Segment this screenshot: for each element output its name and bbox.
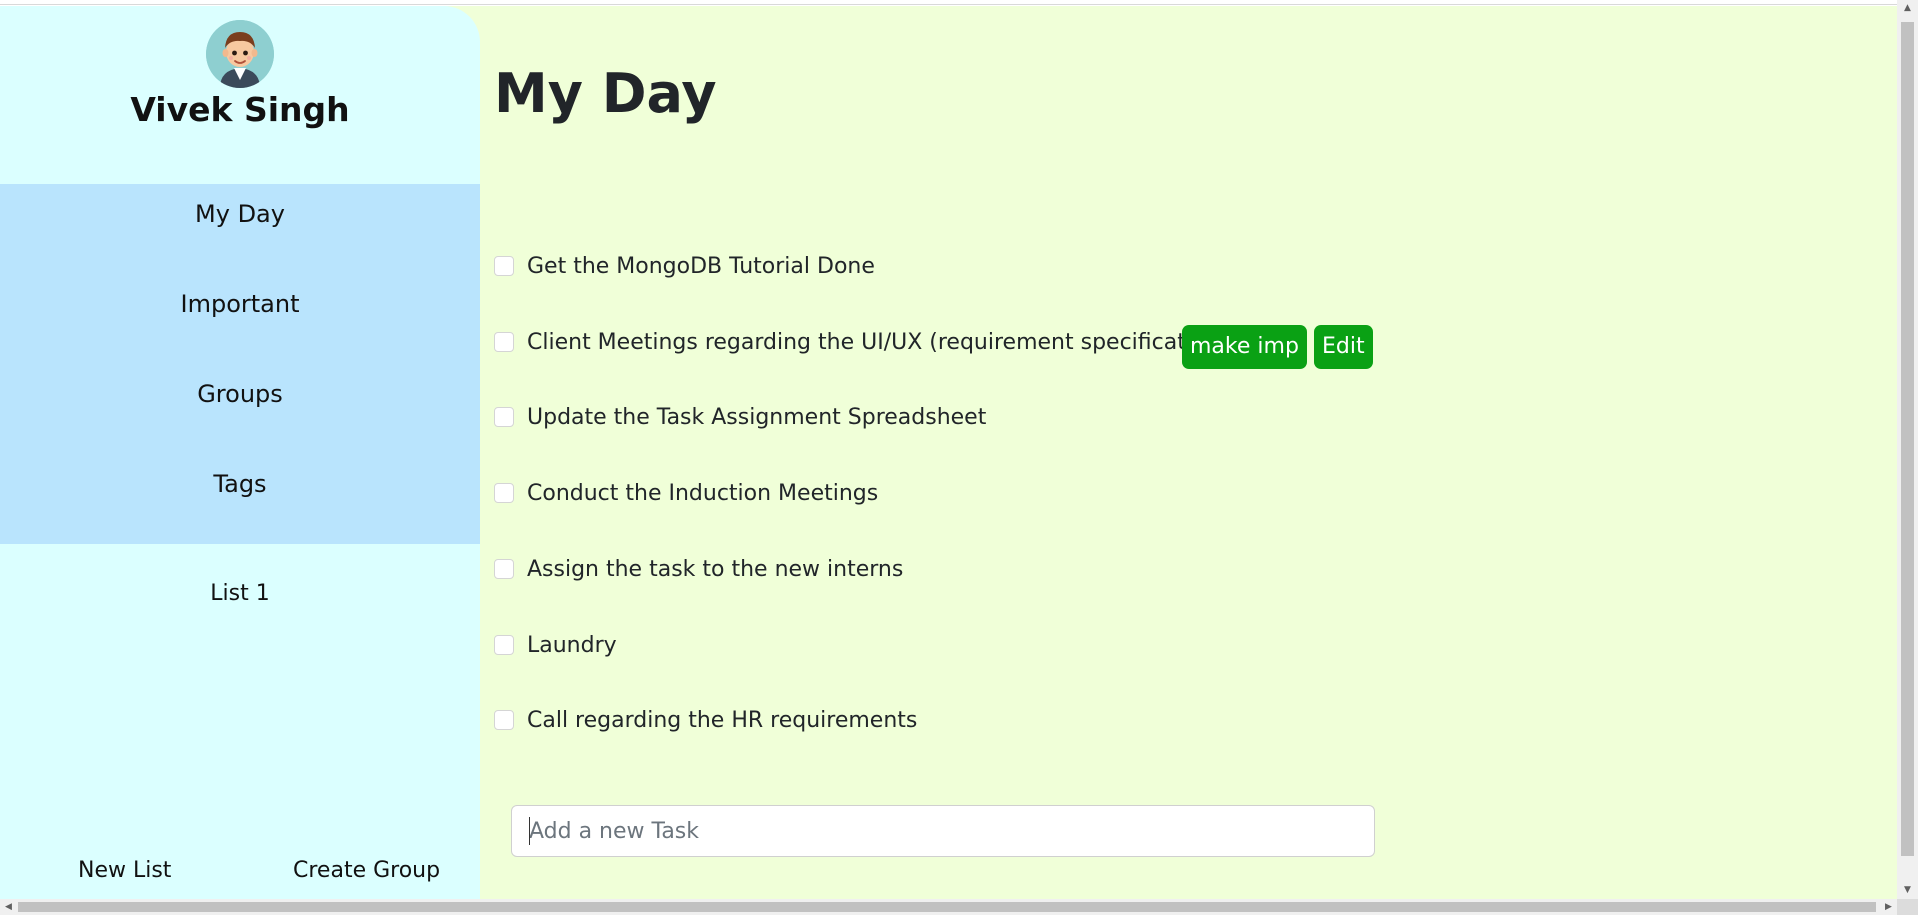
sidebar-item-tags[interactable]: Tags: [0, 464, 480, 504]
task-text: Client Meetings regarding the UI/UX (req…: [527, 329, 1240, 355]
horizontal-scroll-thumb[interactable]: [18, 902, 1876, 912]
sidebar-list-item[interactable]: List 1: [0, 574, 480, 614]
task-text: Conduct the Induction Meetings: [527, 480, 879, 506]
scrollbar-corner: [1897, 899, 1918, 915]
scroll-down-icon[interactable]: ▼: [1897, 882, 1918, 899]
task-item: Call regarding the HR requirements: [494, 703, 917, 737]
scroll-left-icon[interactable]: ◀: [0, 899, 17, 915]
task-checkbox[interactable]: [494, 559, 514, 579]
make-important-button[interactable]: make imp: [1182, 325, 1307, 369]
task-text: Get the MongoDB Tutorial Done: [527, 253, 875, 279]
task-checkbox[interactable]: [494, 635, 514, 655]
page-title: My Day: [494, 62, 717, 125]
task-checkbox[interactable]: [494, 483, 514, 503]
sidebar-item-my-day[interactable]: My Day: [0, 194, 480, 234]
avatar-icon: [206, 20, 274, 88]
new-list-button[interactable]: New List: [78, 854, 171, 888]
window-top-edge: [0, 0, 1897, 5]
user-name: Vivek Singh: [130, 90, 350, 129]
task-item: Laundry: [494, 628, 617, 662]
task-text: Assign the task to the new interns: [527, 556, 904, 582]
vertical-scroll-thumb[interactable]: [1901, 22, 1914, 856]
sidebar: Vivek Singh My Day Important Groups Tags…: [0, 6, 480, 899]
scroll-right-icon[interactable]: ▶: [1880, 899, 1897, 915]
avatar: [206, 20, 274, 88]
task-checkbox[interactable]: [494, 710, 514, 730]
task-item: Conduct the Induction Meetings: [494, 476, 878, 510]
edit-task-button[interactable]: Edit: [1314, 325, 1373, 369]
task-item: Update the Task Assignment Spreadsheet: [494, 400, 986, 434]
sidebar-item-important[interactable]: Important: [0, 284, 480, 324]
task-item: Get the MongoDB Tutorial Done: [494, 249, 875, 283]
sidebar-item-groups[interactable]: Groups: [0, 374, 480, 414]
task-text: Call regarding the HR requirements: [527, 707, 918, 733]
horizontal-scrollbar[interactable]: ◀ ▶: [0, 899, 1918, 915]
task-checkbox[interactable]: [494, 332, 514, 352]
task-text: Laundry: [527, 632, 617, 658]
create-group-button[interactable]: Create Group: [293, 854, 440, 888]
new-task-input[interactable]: [511, 805, 1375, 857]
task-checkbox[interactable]: [494, 256, 514, 276]
text-caret: [529, 817, 530, 845]
sidebar-nav: My Day Important Groups Tags: [0, 184, 480, 544]
task-checkbox[interactable]: [494, 407, 514, 427]
task-item: Assign the task to the new interns: [494, 552, 903, 586]
task-text: Update the Task Assignment Spreadsheet: [527, 404, 987, 430]
vertical-scrollbar[interactable]: ▲ ▼: [1897, 0, 1918, 899]
scroll-up-icon[interactable]: ▲: [1897, 0, 1918, 17]
task-item: Client Meetings regarding the UI/UX (req…: [494, 325, 1239, 359]
